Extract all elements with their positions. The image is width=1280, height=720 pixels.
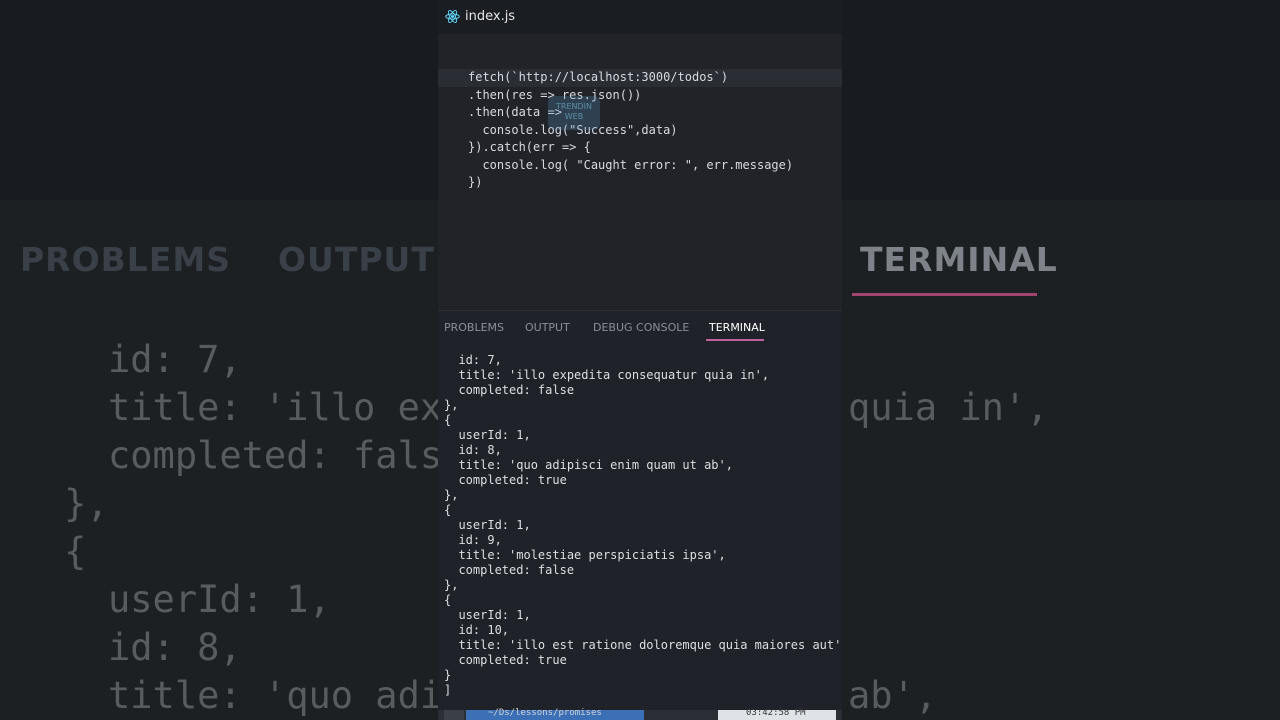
terminal-line: }, bbox=[444, 398, 459, 412]
terminal-line: ] bbox=[444, 683, 452, 697]
terminal-line: id: 7, bbox=[444, 353, 502, 367]
blurred-code-line: ab', bbox=[848, 674, 938, 717]
terminal-line: }, bbox=[444, 488, 459, 502]
terminal-line: completed: false bbox=[444, 563, 575, 577]
terminal-line: id: 10, bbox=[444, 623, 510, 637]
terminal-line: title: 'illo est ratione doloremque quia… bbox=[444, 638, 842, 652]
terminal-line: title: 'molestiae perspiciatis ipsa', bbox=[444, 548, 726, 562]
terminal-line: userId: 1, bbox=[444, 428, 531, 442]
prompt-time-segment: 03:42:58 PM bbox=[718, 708, 836, 720]
blurred-code-line: }, bbox=[64, 482, 109, 525]
tab-output[interactable]: OUTPUT bbox=[525, 321, 570, 334]
terminal-line: id: 8, bbox=[444, 443, 502, 457]
terminal-output[interactable]: id: 7, title: 'illo expedita consequatur… bbox=[438, 344, 842, 710]
blurred-code-line: id: 8, bbox=[108, 626, 242, 669]
code-line: }).catch(err => { bbox=[468, 140, 591, 154]
watermark-logo: TRENDIN WEB bbox=[548, 96, 600, 130]
prompt-path: ~/Ds/lessons/promises bbox=[488, 708, 602, 718]
terminal-line: { bbox=[444, 413, 452, 427]
tab-problems[interactable]: PROBLEMS bbox=[444, 321, 504, 334]
terminal-line: id: 9, bbox=[444, 533, 502, 547]
code-line: }) bbox=[468, 175, 483, 189]
blurred-tab-underline bbox=[852, 293, 1037, 296]
terminal-line: { bbox=[444, 593, 452, 607]
terminal-line: } bbox=[444, 668, 452, 682]
blurred-code-line: completed: fals bbox=[108, 434, 443, 477]
terminal-line: completed: true bbox=[444, 653, 567, 667]
tab-terminal[interactable]: TERMINAL bbox=[709, 321, 765, 334]
blurred-code-line: quia in', bbox=[848, 386, 1049, 429]
terminal-line: { bbox=[444, 503, 452, 517]
file-tab-label[interactable]: index.js bbox=[465, 9, 515, 24]
blurred-code-line: userId: 1, bbox=[108, 578, 331, 621]
terminal-line: userId: 1, bbox=[444, 518, 531, 532]
blurred-tab-terminal: TERMINAL bbox=[860, 240, 1058, 279]
code-line: fetch(`http://localhost:3000/todos`) bbox=[468, 70, 729, 84]
code-editor[interactable]: fetch(`http://localhost:3000/todos`) .th… bbox=[438, 34, 842, 310]
terminal-line: userId: 1, bbox=[444, 608, 531, 622]
terminal-line: title: 'quo adipisci enim quam ut ab', bbox=[444, 458, 733, 472]
terminal-line: completed: true bbox=[444, 473, 567, 487]
blurred-code-line: { bbox=[64, 530, 87, 573]
panel-tab-bar: PROBLEMS OUTPUT DEBUG CONSOLE TERMINAL bbox=[438, 310, 842, 345]
blurred-code-line: title: 'quo adi bbox=[108, 674, 443, 717]
react-icon bbox=[445, 10, 460, 23]
terminal-line: title: 'illo expedita consequatur quia i… bbox=[444, 368, 770, 382]
tab-debug-console[interactable]: DEBUG CONSOLE bbox=[593, 321, 689, 334]
active-tab-underline bbox=[706, 339, 764, 341]
prompt-path-segment: ~/Ds/lessons/promises bbox=[466, 708, 644, 720]
terminal-prompt-bar: ~/Ds/lessons/promises 03:42:58 PM bbox=[438, 708, 842, 720]
editor-tab-bar: index.js bbox=[438, 0, 842, 34]
vscode-window: index.js fetch(`http://localhost:3000/to… bbox=[438, 0, 842, 720]
terminal-line: completed: false bbox=[444, 383, 575, 397]
blurred-tab-problems: PROBLEMS bbox=[20, 240, 231, 279]
terminal-line: }, bbox=[444, 578, 459, 592]
blurred-code-line: title: 'illo exp bbox=[108, 386, 465, 429]
apple-icon bbox=[444, 710, 464, 720]
prompt-time: 03:42:58 PM bbox=[746, 708, 806, 718]
code-line: console.log( "Caught error: ", err.messa… bbox=[468, 158, 794, 172]
blurred-code-line: id: 7, bbox=[108, 338, 242, 381]
blurred-tab-output: OUTPUT bbox=[278, 240, 435, 279]
